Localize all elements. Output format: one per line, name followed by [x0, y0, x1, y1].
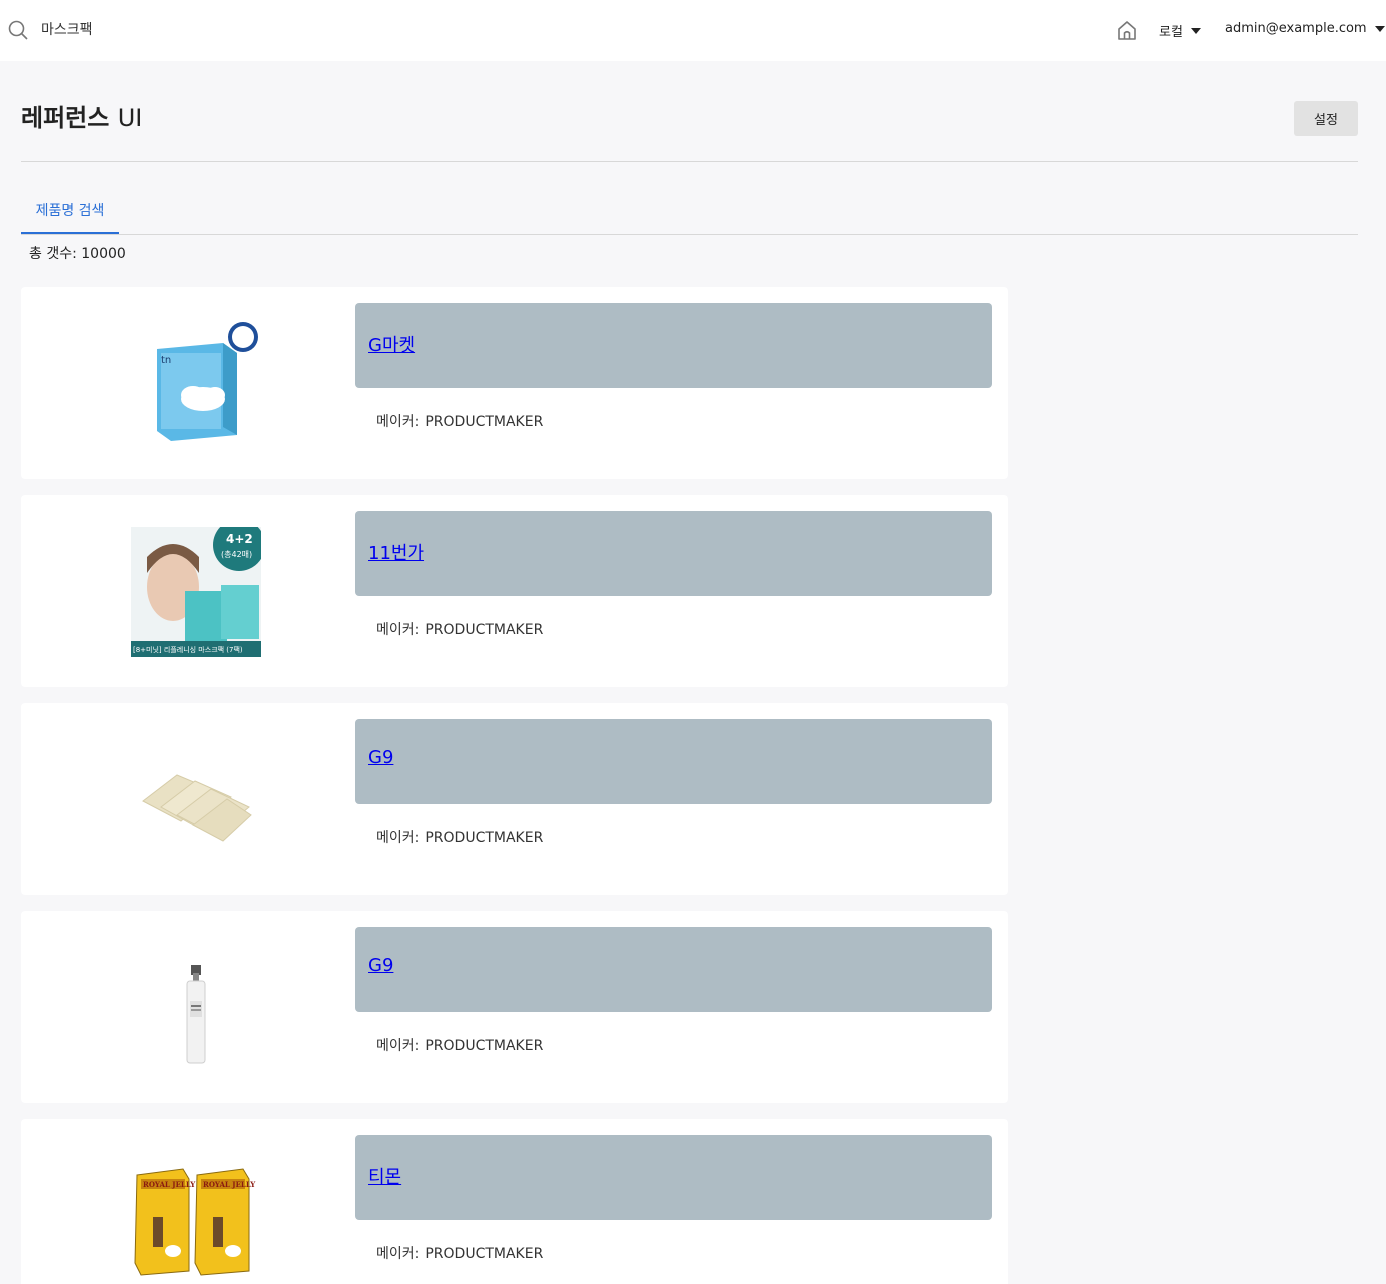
result-title-box: G9 [355, 927, 992, 1012]
result-card: G9 메이커: PRODUCTMAKER [21, 911, 1008, 1103]
maker-row: 메이커: PRODUCTMAKER [376, 1243, 543, 1263]
image-badge-sub: (총42매) [221, 550, 252, 559]
result-title-link[interactable]: 11번가 [368, 539, 424, 565]
page-title: 레퍼런스 UI [21, 98, 142, 133]
search-input[interactable]: 마스크팩 [41, 19, 93, 39]
image-label: ROYAL JELLY [203, 1180, 256, 1189]
image-label: ROYAL JELLY [143, 1180, 196, 1189]
result-title-link[interactable]: 티몬 [368, 1163, 401, 1189]
product-image: 4+2 (총42매) [8+미닛] 리플레니싱 마스크팩 (7팩) [131, 527, 261, 657]
search-icon[interactable] [8, 20, 28, 40]
page-title-suffix: UI [117, 104, 143, 132]
page-title-text: 레퍼런스 [21, 104, 110, 132]
locale-label: 로컬 [1159, 25, 1183, 40]
maker-value: PRODUCTMAKER [425, 830, 544, 846]
result-card: tn G마켓 메이커: PRODUCTMAKER [21, 287, 1008, 479]
maker-label: 메이커: [376, 414, 420, 430]
result-title-link[interactable]: G9 [368, 955, 393, 976]
maker-value: PRODUCTMAKER [425, 414, 544, 430]
maker-label: 메이커: [376, 1038, 420, 1054]
maker-row: 메이커: PRODUCTMAKER [376, 827, 543, 847]
maker-value: PRODUCTMAKER [425, 1246, 544, 1262]
result-card: ROYAL JELLY ROYAL JELLY 티몬 메이커: PRODUCTMA… [21, 1119, 1008, 1284]
chevron-down-icon [1374, 25, 1385, 32]
account-email: admin@example.com [1225, 21, 1367, 36]
result-title-link[interactable]: G9 [368, 747, 393, 768]
product-image: tn [157, 322, 258, 441]
total-count: 총 갯수: 10000 [29, 246, 126, 262]
home-icon[interactable] [1116, 19, 1138, 41]
result-title-link[interactable]: G마켓 [368, 331, 415, 357]
account-dropdown[interactable]: admin@example.com [1225, 21, 1385, 36]
tab-product-name-search[interactable]: 제품명 검색 [21, 188, 119, 234]
header-divider [21, 161, 1358, 162]
maker-value: PRODUCTMAKER [425, 1038, 544, 1054]
image-badge: 4+2 [226, 532, 253, 546]
maker-label: 메이커: [376, 622, 420, 638]
image-caption: [8+미닛] 리플레니싱 마스크팩 (7팩) [133, 645, 243, 654]
maker-row: 메이커: PRODUCTMAKER [376, 619, 543, 639]
maker-row: 메이커: PRODUCTMAKER [376, 1035, 543, 1055]
tab-divider [21, 234, 1358, 235]
result-title-box: 11번가 [355, 511, 992, 596]
result-card: 4+2 (총42매) [8+미닛] 리플레니싱 마스크팩 (7팩) 11번가 메… [21, 495, 1008, 687]
product-image [186, 965, 206, 1064]
settings-button[interactable]: 설정 [1294, 101, 1358, 136]
locale-dropdown[interactable]: 로컬 [1159, 21, 1201, 40]
product-image: ROYAL JELLY ROYAL JELLY [134, 1168, 256, 1276]
maker-label: 메이커: [376, 830, 420, 846]
maker-value: PRODUCTMAKER [425, 622, 544, 638]
result-title-box: G9 [355, 719, 992, 804]
maker-label: 메이커: [376, 1246, 420, 1262]
result-title-box: 티몬 [355, 1135, 992, 1220]
svg-text:tn: tn [161, 355, 171, 366]
maker-row: 메이커: PRODUCTMAKER [376, 411, 543, 431]
top-bar: 마스크팩 로컬 admin@example.com [0, 0, 1386, 61]
product-image [142, 774, 252, 842]
result-title-box: G마켓 [355, 303, 992, 388]
result-card: G9 메이커: PRODUCTMAKER [21, 703, 1008, 895]
chevron-down-icon [1190, 27, 1201, 34]
